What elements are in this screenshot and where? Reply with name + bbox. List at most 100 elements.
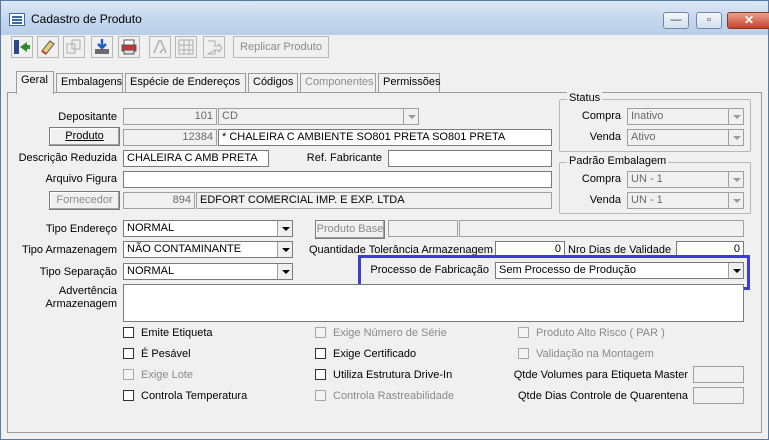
padrao-venda-select: UN - 1 [627,192,744,209]
validacao-montagem-checkbox[interactable]: Validação na Montagem [518,348,654,362]
arquivo-figura-field[interactable] [123,171,552,188]
tab-componentes[interactable]: Componentes [300,73,376,92]
depositante-label: Depositante [58,111,117,123]
checkbox-box[interactable] [518,327,529,338]
nro-dias-validade-field[interactable]: 0 [676,241,744,258]
produto-alto-risco-checkbox[interactable]: Produto Alto Risco ( PAR ) [518,327,665,341]
e-pesavel-checkbox[interactable]: É Pesável [123,348,191,362]
status-compra-label: Compra [581,110,621,122]
copy-button[interactable] [63,36,85,58]
controla-rastreabilidade-label: Controla Rastreabilidade [333,390,455,402]
produto-alto-risco-label: Produto Alto Risco ( PAR ) [536,327,665,339]
checkbox-box[interactable] [518,348,529,359]
qtde-volumes-field [693,366,744,383]
processo-fabricacao-select[interactable]: Sem Processo de Produção [495,262,744,279]
grid-button[interactable] [175,36,197,58]
grid-icon [178,39,194,55]
emite-etiqueta-checkbox[interactable]: Emite Etiqueta [123,327,213,341]
controla-temperatura-label: Controla Temperatura [141,390,248,402]
chevron-down-icon[interactable] [277,242,292,257]
tab-codigos[interactable]: Códigos [248,73,298,92]
chevron-down-icon [403,109,418,124]
checkbox-box[interactable] [315,327,326,338]
exige-certificado-checkbox[interactable]: Exige Certificado [315,348,416,362]
download-button[interactable] [91,36,113,58]
status-compra-select: Inativo [627,108,744,125]
tipo-armazenagem-select[interactable]: NÃO CONTAMINANTE [123,241,293,258]
processo-fabricacao-label: Processo de Fabricação [370,264,489,276]
fornecedor-code-field: 894 [123,192,195,209]
close-button[interactable]: ✕ [727,12,769,29]
tab-geral[interactable]: Geral [16,71,54,94]
copy-icon [66,39,81,54]
controla-temperatura-checkbox[interactable]: Controla Temperatura [123,390,247,404]
printer-icon [121,39,137,55]
maximize-button[interactable]: ▫ [696,12,722,29]
qtde-dias-quarentena-field [693,387,744,404]
tab-componentes-label: Componentes [305,76,374,88]
exige-lote-checkbox[interactable]: Exige Lote [123,369,193,383]
minimize-button[interactable]: — [663,12,689,29]
checkbox-box[interactable] [315,369,326,380]
eraser-button[interactable] [37,36,59,58]
link-button[interactable] [203,36,225,58]
descricao-reduzida-field[interactable]: CHALEIRA C AMB PRETA [123,150,269,167]
tipo-armazenagem-label: Tipo Armazenagem [22,244,117,256]
fornecedor-name-field: EDFORT COMERCIAL IMP. E EXP. LTDA [196,192,552,209]
link-icon [206,40,223,55]
tipo-separacao-select[interactable]: NORMAL [123,263,293,280]
chevron-down-icon[interactable] [277,264,292,279]
advertencia-textarea[interactable] [123,284,744,322]
tab-especie-enderecos[interactable]: Espécie de Endereços [125,73,246,92]
chevron-down-icon[interactable] [277,221,292,236]
tab-geral-label: Geral [21,74,48,86]
tab-especie-enderecos-label: Espécie de Endereços [130,76,241,88]
padrao-venda-value: UN - 1 [631,194,663,206]
nro-dias-validade-label: Nro Dias de Validade [568,244,672,256]
tipo-endereco-select[interactable]: NORMAL [123,220,293,237]
exige-numero-serie-checkbox[interactable]: Exige Número de Série [315,327,447,341]
validate-icon [153,40,167,54]
tipo-separacao-value: NORMAL [127,265,175,277]
processo-fabricacao-value: Sem Processo de Produção [499,264,636,276]
utiliza-estrutura-checkbox[interactable]: Utiliza Estrutura Drive-In [315,369,452,383]
exige-certificado-label: Exige Certificado [333,348,417,360]
checkbox-box[interactable] [123,348,134,359]
produto-base-code-field [388,220,458,237]
descricao-reduzida-label: Descrição Reduzida [18,152,117,164]
checkbox-box[interactable] [315,390,326,401]
chevron-down-icon [728,172,743,187]
controla-rastreabilidade-checkbox[interactable]: Controla Rastreabilidade [315,390,454,404]
validacao-montagem-label: Validação na Montagem [536,348,654,360]
e-pesavel-label: É Pesável [141,348,191,360]
status-venda-select: Ativo [627,129,744,146]
tab-embalagens[interactable]: Embalagens [56,73,123,92]
ref-fabricante-field[interactable] [388,150,552,167]
fornecedor-button[interactable]: Fornecedor [49,191,120,210]
title-bar: Cadastro de Produto — ▫ ✕ [1,1,769,35]
produto-button-label: Produto [65,130,104,142]
checkbox-box[interactable] [315,348,326,359]
checkbox-box[interactable] [123,369,134,380]
tab-permissoes-label: Permissões [383,76,441,88]
produto-base-button[interactable]: Produto Base [315,220,385,239]
exige-numero-serie-label: Exige Número de Série [333,327,447,339]
checkbox-box[interactable] [123,390,134,401]
qtde-dias-quarentena-label: Qtde Dias Controle de Quarentena [518,390,688,402]
checkbox-box[interactable] [123,327,134,338]
chevron-down-icon[interactable] [728,263,743,278]
status-compra-value: Inativo [631,110,664,122]
validate-button[interactable] [149,36,171,58]
tab-codigos-label: Códigos [253,76,294,88]
tab-permissoes[interactable]: Permissões [378,73,440,92]
printer-button[interactable] [118,36,140,58]
padrao-venda-label: Venda [589,194,621,206]
produto-base-desc-field [459,220,744,237]
produto-button[interactable]: Produto [49,127,120,146]
window-title: Cadastro de Produto [31,12,142,26]
replicate-product-button[interactable]: Replicar Produto [233,36,329,58]
produto-description-field[interactable]: * CHALEIRA C AMBIENTE SO801 PRETA SO801 … [218,129,552,146]
qtd-tolerancia-field[interactable]: 0 [495,241,565,258]
chevron-down-icon [728,109,743,124]
enter-button[interactable] [11,36,33,58]
